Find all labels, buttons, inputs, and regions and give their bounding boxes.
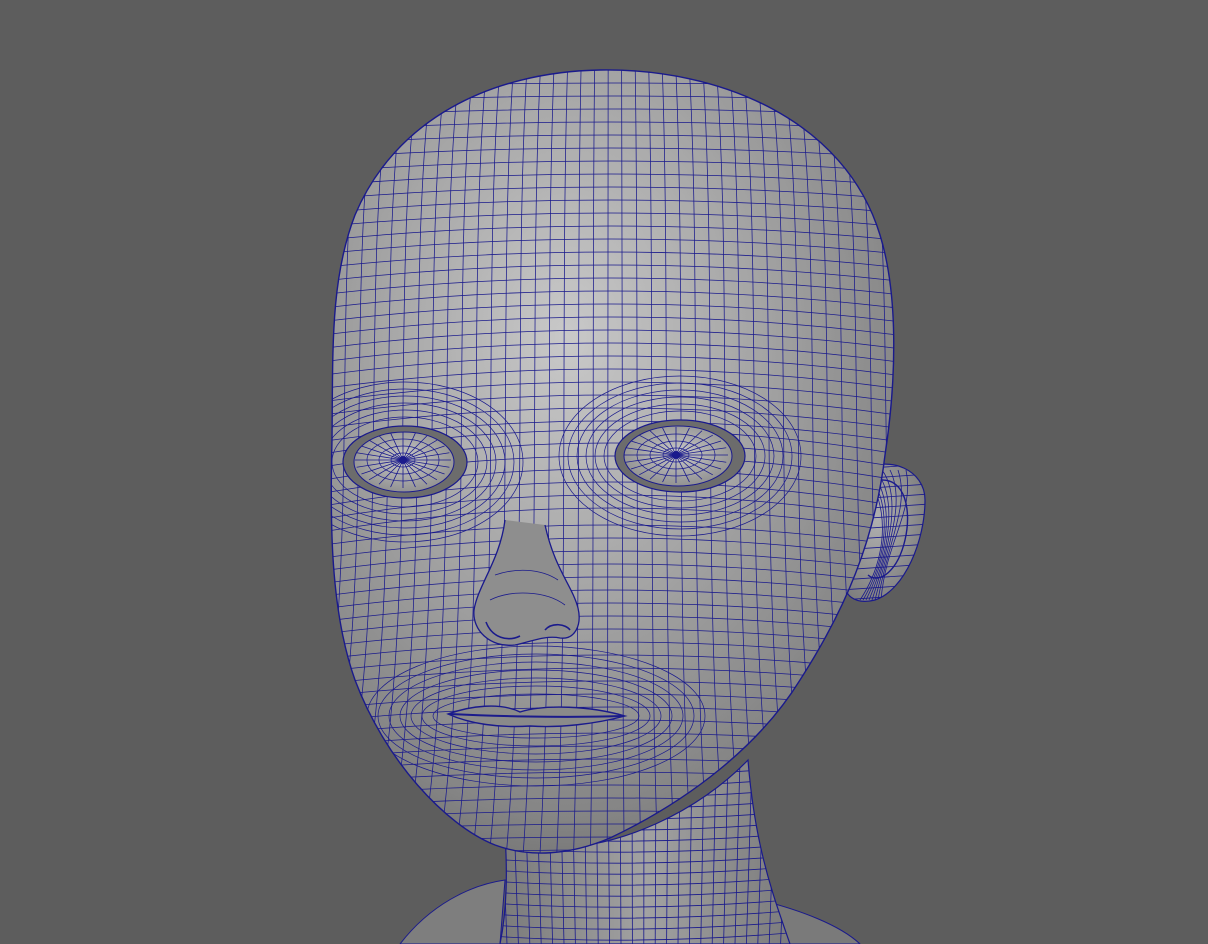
left-eye[interactable] (342, 425, 468, 499)
viewport-canvas[interactable] (0, 0, 1208, 944)
left-pupil (399, 456, 407, 464)
right-pupil (672, 451, 680, 459)
head-mesh[interactable] (230, 60, 985, 880)
right-eye[interactable] (614, 419, 746, 493)
3d-viewport[interactable] (0, 0, 1208, 944)
